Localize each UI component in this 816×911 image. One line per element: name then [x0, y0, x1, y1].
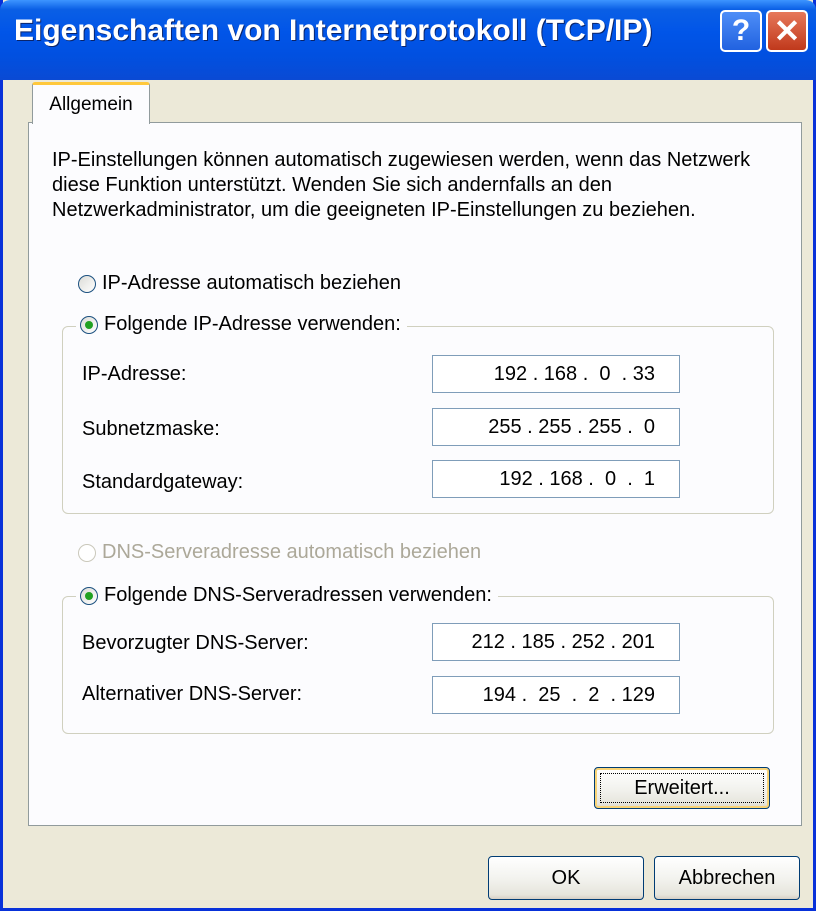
advanced-button[interactable]: Erweitert... — [594, 767, 770, 809]
ok-button[interactable]: OK — [488, 856, 644, 900]
alternate-dns-label: Alternativer DNS-Server: — [82, 683, 303, 705]
subnet-mask-label: Subnetzmaske: — [82, 418, 220, 440]
close-icon: ✕ — [773, 13, 801, 49]
radio-ip-manual-label: Folgende IP-Adresse verwenden: — [104, 313, 401, 335]
close-button[interactable]: ✕ — [766, 10, 808, 52]
radio-dns-manual-label: Folgende DNS-Serveradressen verwenden: — [104, 584, 492, 606]
help-button[interactable]: ? — [720, 10, 762, 52]
radio-dns-auto[interactable]: DNS-Serveradresse automatisch beziehen — [78, 541, 488, 564]
ip-address-label: IP-Adresse: — [82, 363, 187, 385]
radio-dns-auto-label: DNS-Serveradresse automatisch beziehen — [102, 541, 482, 563]
title-bar[interactable]: Eigenschaften von Internetprotokoll (TCP… — [0, 0, 816, 80]
default-gateway-label: Standardgateway: — [82, 471, 244, 493]
radio-ip-manual[interactable]: Folgende IP-Adresse verwenden: — [76, 313, 407, 336]
focus-rectangle — [600, 773, 764, 803]
preferred-dns-label: Bevorzugter DNS-Server: — [82, 632, 309, 654]
default-gateway-input[interactable]: 192 . 168 . 0 . 1 — [432, 460, 680, 498]
radio-dns-auto-icon — [78, 543, 96, 562]
radio-ip-auto-label: IP-Adresse automatisch beziehen — [102, 272, 402, 294]
help-icon: ? — [731, 14, 751, 47]
radio-ip-auto[interactable]: IP-Adresse automatisch beziehen — [78, 272, 408, 295]
preferred-dns-input[interactable]: 212 . 185 . 252 . 201 — [432, 623, 680, 661]
ip-address-input[interactable]: 192 . 168 . 0 . 33 — [432, 355, 680, 393]
description-text: IP-Einstellungen können automatisch zuge… — [52, 149, 751, 221]
cancel-button-label: Abbrechen — [678, 866, 776, 889]
alternate-dns-input[interactable]: 194 . 25 . 2 . 129 — [432, 676, 680, 714]
radio-ip-manual-icon — [80, 315, 98, 334]
ok-button-label: OK — [551, 866, 581, 889]
tab-general[interactable]: Allgemein — [32, 82, 150, 124]
window-title: Eigenschaften von Internetprotokoll (TCP… — [14, 14, 653, 47]
radio-ip-auto-icon — [78, 274, 96, 293]
radio-dns-manual-icon — [80, 586, 98, 605]
radio-dns-manual[interactable]: Folgende DNS-Serveradressen verwenden: — [76, 584, 498, 607]
tab-general-label: Allgemein — [49, 93, 133, 115]
cancel-button[interactable]: Abbrechen — [654, 856, 800, 900]
subnet-mask-input[interactable]: 255 . 255 . 255 . 0 — [432, 408, 680, 446]
